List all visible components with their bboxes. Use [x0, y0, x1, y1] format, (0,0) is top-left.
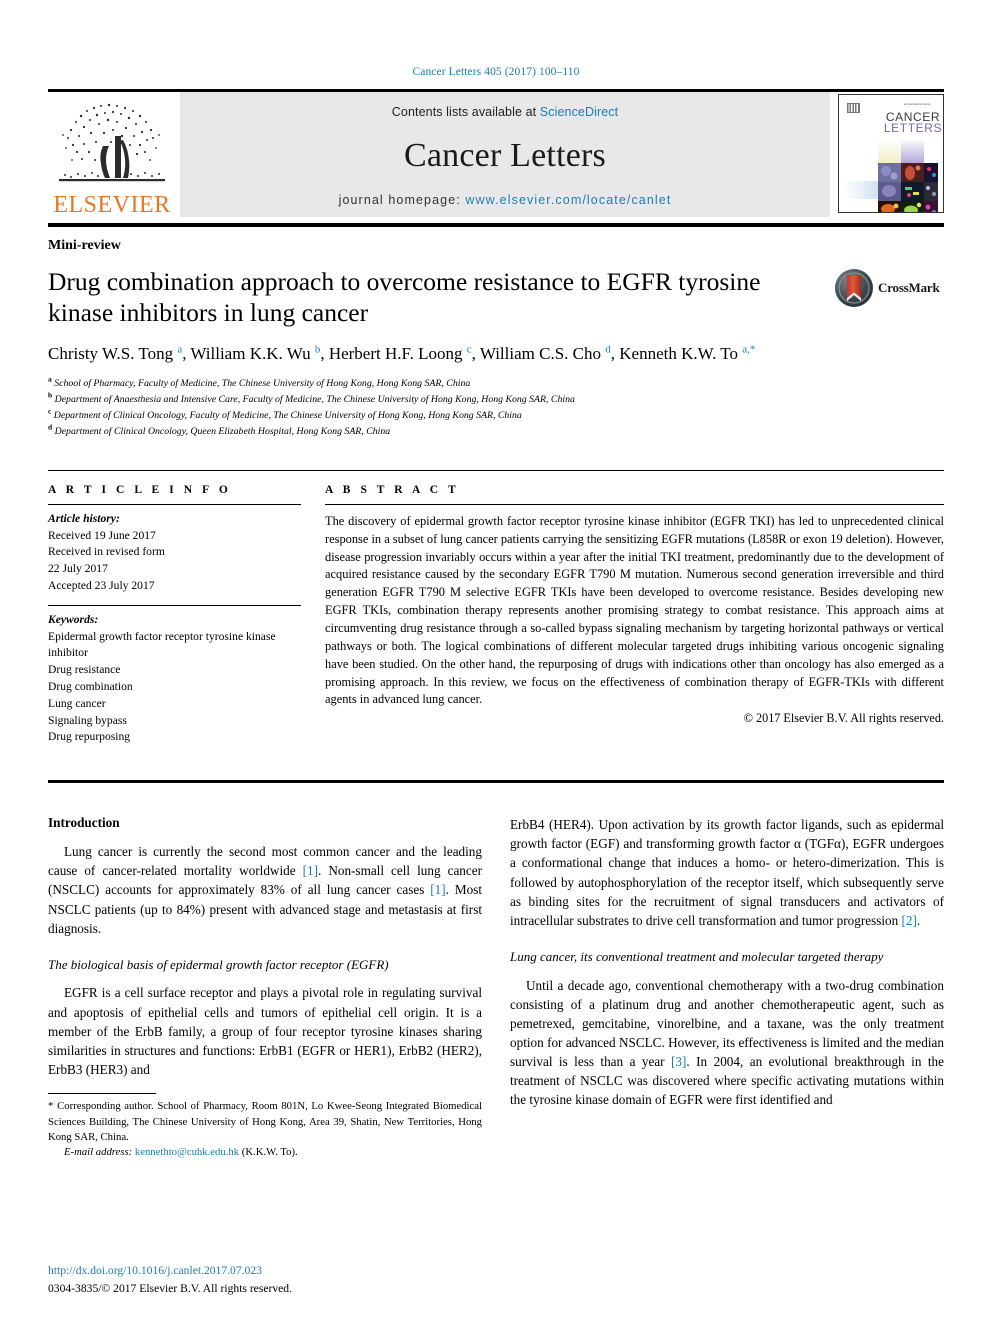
erbb4-paragraph: ErbB4 (HER4). Upon activation by its gro…	[510, 815, 944, 930]
article-history-line: Received 19 June 2017	[48, 528, 156, 542]
doi-link[interactable]: http://dx.doi.org/10.1016/j.canlet.2017.…	[48, 1262, 292, 1279]
cover-artwork: an international journal CANCER LETTERS	[839, 95, 943, 212]
citation-ref-1b[interactable]: [1]	[430, 882, 445, 897]
keyword-item: Epidermal growth factor receptor tyrosin…	[48, 629, 276, 660]
chemotherapy-paragraph: Until a decade ago, conventional chemoth…	[510, 976, 944, 1110]
body-column-left: Introduction Lung cancer is currently th…	[48, 815, 482, 1160]
issn-copyright-line: 0304-3835/© 2017 Elsevier B.V. All right…	[48, 1281, 292, 1295]
article-history-line: 22 July 2017	[48, 562, 108, 576]
affiliation-text: School of Pharmacy, Faculty of Medicine,…	[54, 378, 471, 390]
author-list: Christy W.S. Tong a, William K.K. Wu b, …	[48, 343, 756, 364]
affiliation-list: a School of Pharmacy, Faculty of Medicin…	[48, 376, 944, 439]
crossmark-label: CrossMark	[878, 280, 940, 295]
journal-article-page: Cancer Letters 405 (2017) 100–110 ELSEVI…	[0, 0, 992, 1323]
article-type-kicker: Mini-review	[48, 238, 121, 253]
keyword-lines: Epidermal growth factor receptor tyrosin…	[48, 629, 301, 747]
affiliation-text: Department of Clinical Oncology, Faculty…	[53, 410, 522, 422]
affiliation-item: d Department of Clinical Oncology, Queen…	[48, 422, 944, 440]
email-suffix: (K.K.W. To).	[239, 1146, 298, 1159]
citation-ref-3[interactable]: [3]	[671, 1054, 686, 1069]
abstract-label: A B S T R A C T	[325, 483, 460, 496]
affiliation-marker: c	[48, 406, 52, 416]
footnote-rule	[48, 1093, 156, 1095]
running-head: Cancer Letters 405 (2017) 100–110	[412, 66, 580, 78]
crossmark-badge[interactable]: CrossMark	[834, 266, 944, 310]
affiliation-text: Department of Anaesthesia and Intensive …	[54, 394, 575, 406]
keywords-group: Keywords: Epidermal growth factor recept…	[48, 606, 301, 756]
affiliation-text: Department of Clinical Oncology, Queen E…	[54, 425, 391, 437]
keyword-item: Lung cancer	[48, 696, 106, 710]
body-column-right: ErbB4 (HER4). Upon activation by its gro…	[510, 815, 944, 1160]
erbb4-part-b: .	[916, 912, 921, 928]
journal-homepage-line: journal homepage: www.elsevier.com/locat…	[339, 193, 672, 207]
journal-masthead: ELSEVIER Contents lists available at Sci…	[48, 89, 944, 217]
erbb4-part-a: ErbB4 (HER4). Upon activation by its gro…	[510, 817, 944, 928]
keyword-item: Drug combination	[48, 679, 133, 693]
email-label: E-mail address:	[64, 1146, 133, 1159]
affiliation-marker: d	[48, 422, 53, 432]
crossmark-icon	[835, 269, 873, 307]
page-title: Drug combination approach to overcome re…	[48, 267, 761, 328]
article-history-label: Article history:	[48, 511, 120, 525]
affiliation-marker: b	[48, 390, 53, 400]
citation-ref-1a[interactable]: [1]	[303, 863, 318, 878]
affiliation-marker: a	[48, 375, 52, 385]
article-history-group: Article history: Received 19 June 2017 Re…	[48, 505, 301, 605]
body-top-rule	[48, 780, 944, 784]
keyword-item: Signaling bypass	[48, 713, 127, 727]
email-footnote: E-mail address: kennethto@cuhk.edu.hk (K…	[48, 1145, 482, 1160]
article-history-line: Received in revised form	[48, 545, 165, 559]
citation-ref-2[interactable]: [2]	[902, 913, 917, 928]
keyword-item: Drug repurposing	[48, 730, 131, 744]
article-body: Introduction Lung cancer is currently th…	[48, 815, 944, 1160]
sciencedirect-link[interactable]: ScienceDirect	[540, 105, 618, 119]
abstract-text: The discovery of epidermal growth factor…	[325, 513, 944, 707]
elsevier-logo: ELSEVIER	[48, 92, 176, 217]
keywords-label: Keywords:	[48, 612, 99, 626]
elsevier-tree-icon	[59, 103, 165, 182]
egfr-paragraph: EGFR is a cell surface receptor and play…	[48, 985, 482, 1077]
article-title-block: CrossMark Mini-review Drug combination a…	[48, 238, 944, 440]
keyword-item: Drug resistance	[48, 663, 121, 677]
masthead-bottom-rule	[48, 223, 944, 227]
subsection-heading-lung-cancer-treatment: Lung cancer, its conventional treatment …	[510, 948, 884, 964]
subsection-heading-egfr-basis: The biological basis of epidermal growth…	[48, 956, 389, 972]
corresponding-author-footnote: * Corresponding author. School of Pharma…	[48, 1099, 482, 1145]
journal-title: Cancer Letters	[404, 137, 606, 174]
affiliation-item: b Department of Anaesthesia and Intensiv…	[48, 392, 944, 408]
intro-paragraph-1: Lung cancer is currently the second most…	[48, 842, 482, 938]
svg-text:LETTERS: LETTERS	[884, 121, 942, 135]
article-history-lines: Received 19 June 2017 Received in revised…	[48, 528, 301, 595]
footnote-address-text: Corresponding author. School of Pharmacy…	[48, 1100, 482, 1143]
elsevier-wordmark: ELSEVIER	[53, 192, 171, 218]
homepage-prefix: journal homepage:	[338, 193, 466, 207]
journal-homepage-url[interactable]: www.elsevier.com/locate/canlet	[465, 193, 671, 207]
author-email-link[interactable]: kennethto@cuhk.edu.hk	[135, 1146, 239, 1158]
publication-footer: http://dx.doi.org/10.1016/j.canlet.2017.…	[48, 1262, 292, 1297]
contents-prefix: Contents lists available at	[391, 105, 540, 119]
article-info-label: A R T I C L E I N F O	[48, 483, 232, 496]
article-info-column: A R T I C L E I N F O Article history: R…	[48, 471, 301, 756]
contents-list-line: Contents lists available at ScienceDirec…	[392, 105, 618, 119]
journal-cover-thumbnail: an international journal CANCER LETTERS	[838, 94, 944, 213]
info-abstract-section: A R T I C L E I N F O Article history: R…	[48, 469, 944, 756]
article-history-line: Accepted 23 July 2017	[48, 578, 155, 592]
masthead-center-panel: Contents lists available at ScienceDirec…	[180, 92, 830, 217]
affiliation-item: a School of Pharmacy, Faculty of Medicin…	[48, 376, 944, 392]
svg-text:an international journal: an international journal	[904, 102, 931, 106]
footnote-block: * Corresponding author. School of Pharma…	[48, 1093, 482, 1160]
abstract-copyright: © 2017 Elsevier B.V. All rights reserved…	[743, 711, 944, 726]
abstract-column: A B S T R A C T The discovery of epiderm…	[325, 471, 944, 756]
affiliation-item: c Department of Clinical Oncology, Facul…	[48, 408, 944, 424]
section-heading-introduction: Introduction	[48, 815, 120, 831]
